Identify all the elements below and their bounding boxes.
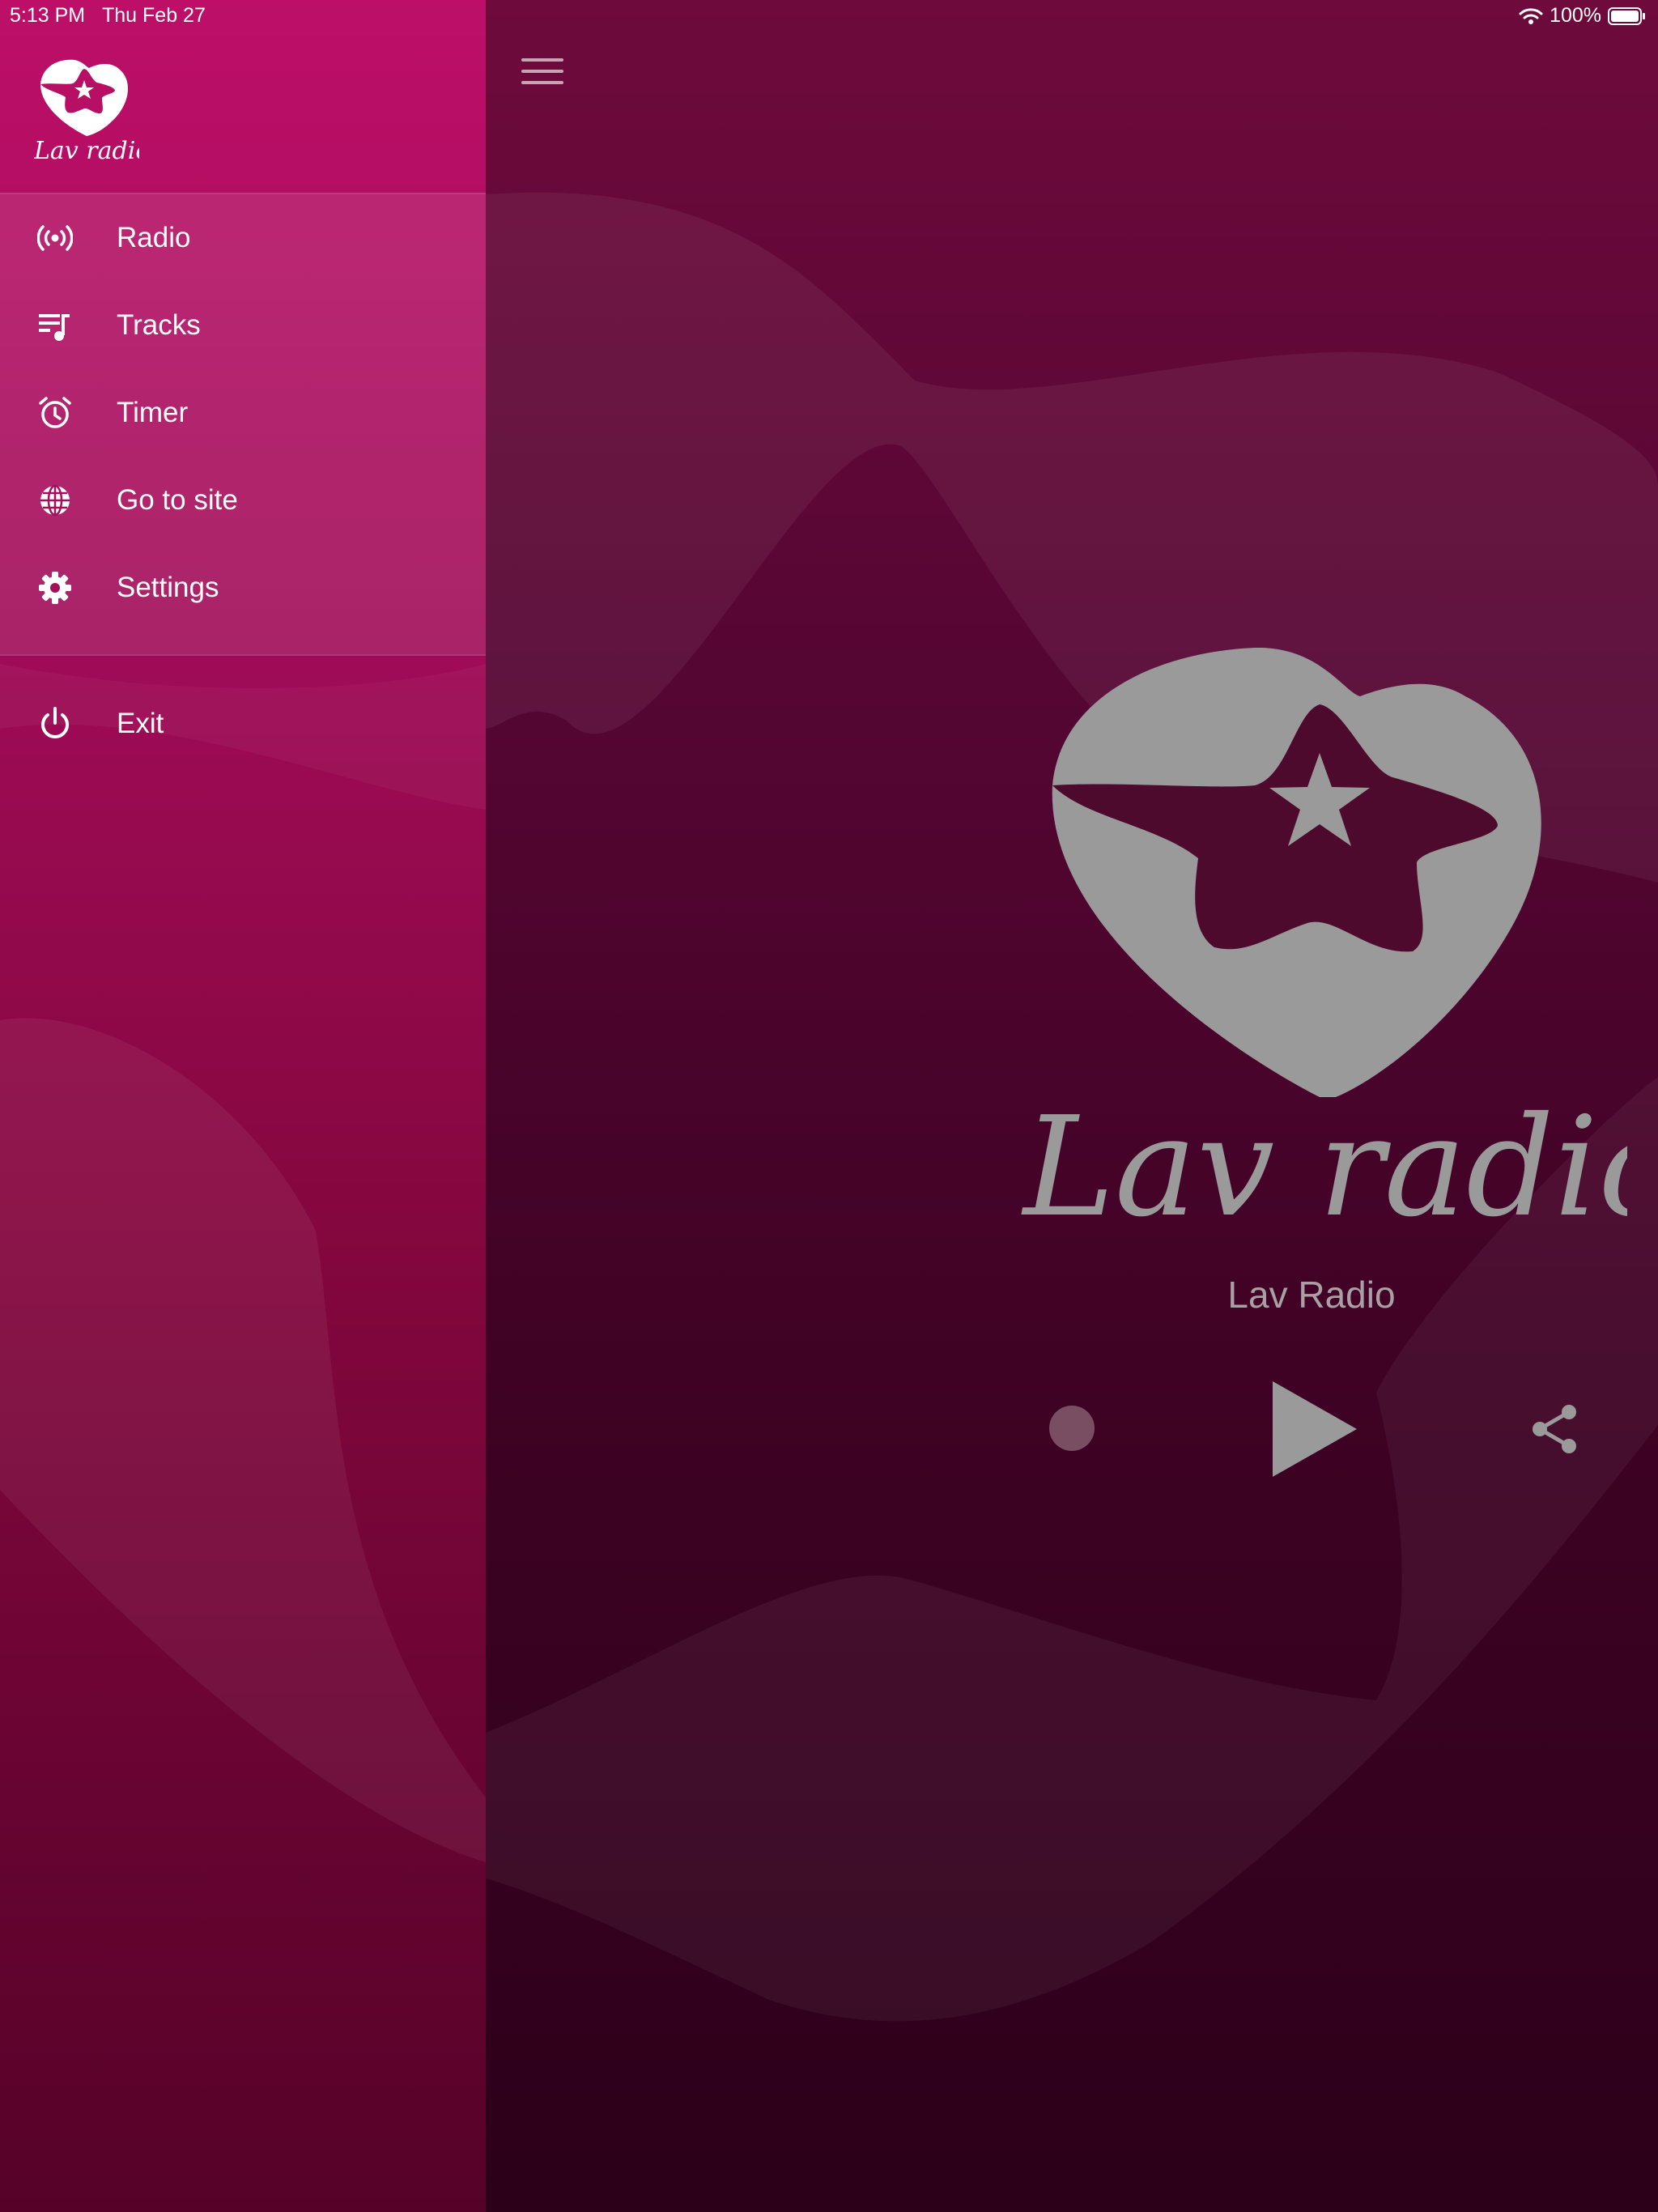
lav-radio-small-logo: Lav radio (34, 59, 139, 164)
station-name: Lav Radio (1227, 1274, 1396, 1316)
status-date: Thu Feb 27 (102, 4, 206, 27)
battery-icon (1608, 6, 1645, 25)
drawer-logo-wordmark: Lav radio (34, 137, 139, 164)
radio-broadcast-icon (37, 225, 73, 251)
playlist-icon (39, 314, 70, 341)
menu-item-exit[interactable]: Exit (0, 680, 486, 768)
side-drawer: Lav radio Radio Tracks Timer Go to site … (0, 0, 486, 2212)
menu-item-label: Exit (117, 708, 164, 739)
status-bar: 5:13 PM Thu Feb 27 100% (0, 0, 1658, 32)
menu-item-label: Timer (117, 397, 189, 428)
menu-item-label: Tracks (117, 309, 201, 341)
menu-item-label: Radio (117, 222, 191, 253)
menu-item-label: Go to site (117, 484, 238, 516)
menu-item-timer[interactable]: Timer (0, 369, 486, 457)
status-time: 5:13 PM (10, 4, 86, 27)
drawer-menu-divider (0, 654, 486, 656)
menu-item-radio[interactable]: Radio (0, 194, 486, 282)
alarm-clock-icon (39, 397, 71, 428)
status-indicators: 100% (1519, 4, 1647, 28)
power-icon (41, 707, 69, 738)
play-icon[interactable] (1273, 1381, 1357, 1477)
menu-item-go-to-site[interactable]: Go to site (0, 457, 486, 544)
drawer-menu: Radio Tracks Timer Go to site Settings (0, 194, 486, 654)
globe-icon (40, 484, 70, 517)
battery-percent: 100% (1550, 4, 1601, 27)
logo-wordmark: Lav radio (1021, 1087, 1627, 1247)
menu-item-settings[interactable]: Settings (0, 544, 486, 632)
hamburger-menu-button[interactable] (515, 52, 570, 91)
share-icon[interactable] (1528, 1402, 1582, 1456)
gear-icon (39, 572, 71, 604)
wifi-icon (1519, 7, 1543, 24)
lav-radio-large-logo: Lav radio (1021, 648, 1627, 1247)
menu-item-tracks[interactable]: Tracks (0, 282, 486, 369)
record-dot-button[interactable] (1049, 1406, 1095, 1451)
menu-item-label: Settings (117, 572, 219, 603)
